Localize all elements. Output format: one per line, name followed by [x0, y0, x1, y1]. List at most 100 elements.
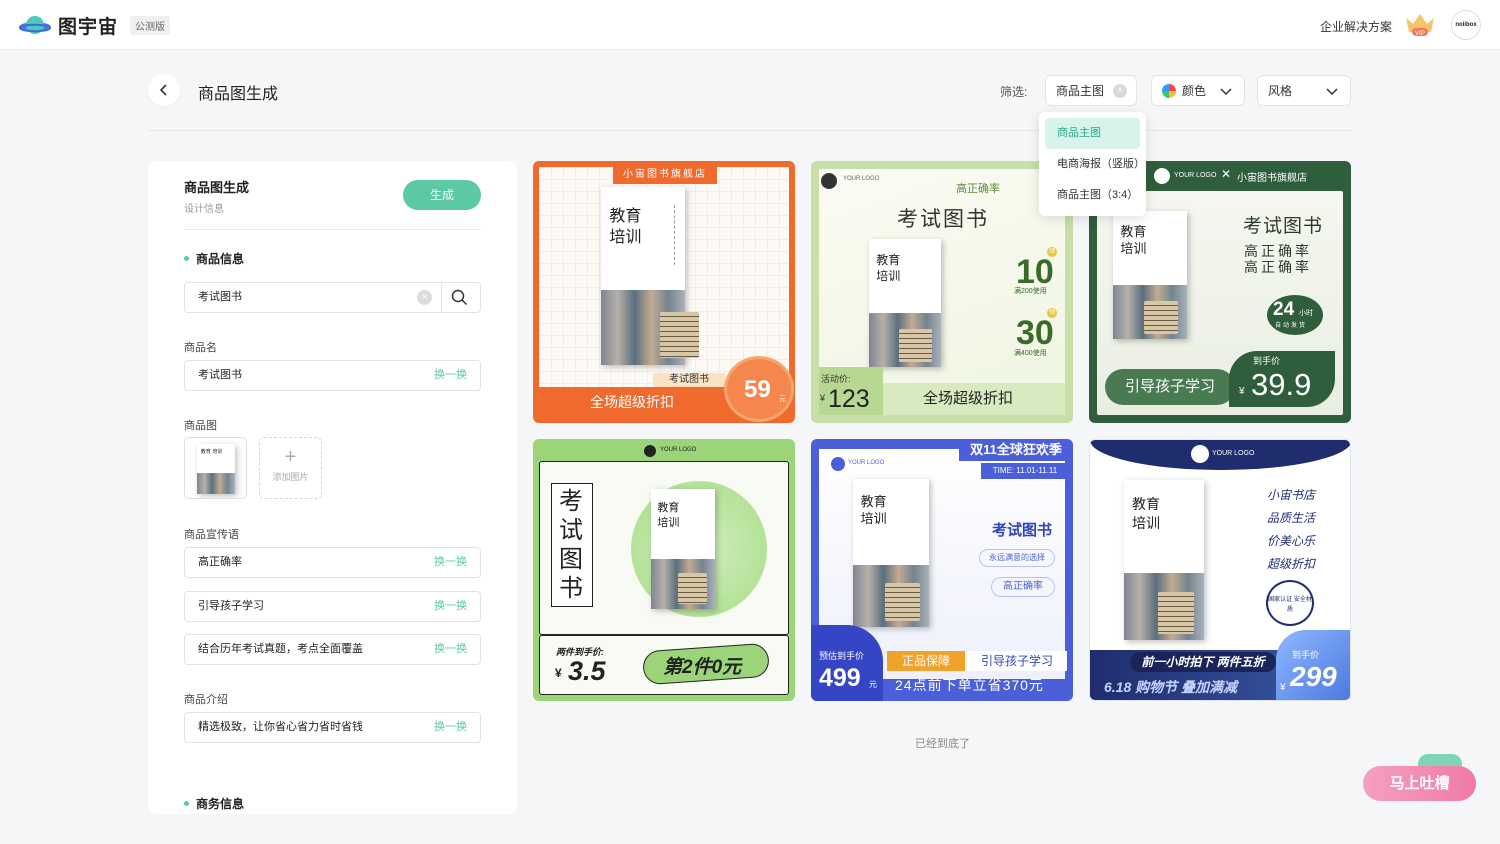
logo-text: YOUR LOGO [1212, 450, 1255, 457]
intro-value: 精选极致，让你省心省力省时省钱 [198, 721, 363, 733]
book-title-line: 教育 [876, 252, 901, 267]
dropdown-option[interactable]: 电商海报（竖版） [1045, 149, 1145, 180]
clear-icon[interactable]: × [1113, 84, 1127, 98]
dropdown-option[interactable]: 商品主图 [1045, 118, 1140, 149]
slogan-field[interactable]: 高正确率 换一换 [184, 547, 481, 578]
end-of-list-note: 已经到底了 [915, 738, 970, 750]
price-label: 到手价 [1292, 650, 1320, 660]
feedback-button[interactable]: 马上吐槽 [1363, 766, 1476, 801]
toolbar-divider [148, 130, 1352, 131]
event-banner: 双11全球狂欢季 [959, 439, 1073, 461]
book-title: 教育 培训 [1120, 224, 1146, 259]
book-title-line: 培训 [1120, 242, 1147, 258]
close-icon: ✕ [1221, 167, 1232, 181]
logo-text: YOUR LOGO [848, 460, 885, 466]
filter-style-label: 风格 [1268, 84, 1293, 98]
book-title-line: 培训 [1132, 515, 1160, 532]
book-pile [899, 328, 933, 362]
swap-button[interactable]: 换一换 [434, 713, 467, 742]
page-title: 商品图生成 [198, 86, 279, 103]
logo-text: YOUR LOGO [660, 447, 697, 453]
price-value: 299 [1290, 661, 1337, 692]
vertical-title: 考试图书 [559, 487, 583, 602]
product-name-value: 考试图书 [198, 369, 242, 381]
promo-pill: 前一小时拍下 两件五折 [1130, 652, 1276, 672]
swap-button[interactable]: 换一换 [434, 361, 467, 390]
slogan-label: 商品宣传语 [184, 529, 239, 541]
book-title-line: 培训 [876, 268, 901, 283]
swap-button[interactable]: 换一换 [434, 592, 467, 621]
headline: 考试图书 [1243, 215, 1324, 237]
slogan-field[interactable]: 引导孩子学习 换一换 [184, 591, 481, 622]
price-value: 39.9 [1251, 367, 1312, 402]
book-title-line: 培训 [860, 512, 887, 528]
dropdown-option[interactable]: 商品主图（3:4） [1045, 180, 1140, 211]
logo-text: YOUR LOGO [1174, 172, 1217, 179]
avatar[interactable]: nolibox [1451, 10, 1481, 40]
search-separator [441, 283, 442, 312]
result-card[interactable]: 小宙图书旗舰店 教育 培训 考试图书 全场超级折扣 59 元 [533, 161, 795, 423]
side-line: 超级折扣 [1267, 557, 1316, 571]
book-cover-image: 教育 培训 [853, 479, 929, 627]
add-image-button[interactable]: + 添加图片 [259, 437, 322, 499]
book-title: 教育 培训 [876, 252, 900, 284]
filter-style-select[interactable]: 风格 [1257, 75, 1351, 106]
product-section-heading: 商品信息 [184, 250, 244, 267]
intro-field[interactable]: 精选极致，让你省心省力省时省钱 换一换 [184, 712, 481, 743]
book-title-line: 教育 [657, 501, 680, 514]
settings-panel: 商品图生成 设计信息 生成 商品信息 考试图书 × 商品名 考试图书 换一换 商… [148, 161, 517, 814]
vip-crown-icon[interactable]: VIP [1404, 12, 1436, 38]
book-pile [660, 311, 699, 358]
filter-type-select[interactable]: 商品主图 × [1045, 75, 1137, 106]
feature-pill: 永远满意的选择 [979, 549, 1055, 567]
back-button[interactable] [148, 74, 180, 106]
shop-name: 小宙图书旗舰店 [1237, 173, 1307, 184]
filter-label: 筛选: [1000, 85, 1028, 99]
coupon-note: 满200使用 [1014, 288, 1047, 295]
brand-name: 图宇宙 [58, 17, 119, 38]
currency: ¥ [555, 666, 562, 680]
price-value: 3.5 [568, 656, 606, 686]
plus-icon: + [284, 446, 297, 468]
price-value: 499 [819, 664, 861, 692]
book-title-line: 培训 [657, 515, 680, 529]
add-image-label: 添加图片 [272, 472, 309, 482]
product-image-thumbnail[interactable]: 教育 培训 [184, 437, 247, 499]
result-card[interactable]: YOUR LOGO 高正确率 考试图书 教育 培训 10 领 满200使用 30 … [811, 161, 1073, 423]
generate-button[interactable]: 生成 [403, 180, 481, 210]
result-card[interactable]: 双11全球狂欢季 TIME: 11.01-11.11 YOUR LOGO 教育培… [811, 439, 1073, 701]
coupon-tag: 领 [1047, 247, 1057, 257]
filter-color-select[interactable]: 颜色 [1151, 75, 1245, 106]
event-time: TIME: 11.01-11.11 [981, 463, 1069, 479]
clear-icon[interactable]: × [417, 290, 432, 305]
coupon-tag: 领 [1047, 308, 1057, 318]
product-tag: 考试图书 [653, 373, 725, 387]
book-pile [677, 573, 708, 605]
festival-text: 6.18 购物节 叠加满减 [1104, 679, 1238, 695]
swap-button[interactable]: 换一换 [434, 635, 467, 664]
currency: ¥ [1280, 682, 1286, 693]
enterprise-link[interactable]: 企业解决方案 [1320, 18, 1392, 35]
logo-text: YOUR LOGO [843, 176, 880, 182]
book-cover-image: 教育 培训 [197, 444, 235, 494]
chevron-left-icon [159, 84, 167, 96]
filter-type-value: 商品主图 [1056, 84, 1105, 98]
book-title-line: 教育 [1120, 224, 1147, 240]
filter-color-label: 颜色 [1182, 84, 1207, 98]
business-section-heading: 商务信息 [184, 795, 244, 812]
product-name-field[interactable]: 考试图书 换一换 [184, 360, 481, 391]
tagline: 高正确率 [956, 183, 1000, 195]
intro-label: 商品介绍 [184, 694, 228, 706]
result-card[interactable]: YOUR LOGO 教育 培训 小宙书店 品质生活 价美心乐 超级折扣 国家认证 … [1089, 439, 1351, 701]
side-line: 小宙书店 [1267, 488, 1316, 502]
shipping-hours-unit: 小时 [1299, 310, 1313, 317]
result-card[interactable]: YOUR LOGO 考试图书 教育 培训 两件到手价: ¥ 3.5 第2件0元 [533, 439, 795, 701]
book-title-line: 教育 [860, 494, 887, 510]
search-icon[interactable] [451, 289, 468, 306]
product-search-input[interactable]: 考试图书 × [184, 282, 481, 313]
swap-button[interactable]: 换一换 [434, 548, 467, 577]
brand-logo[interactable]: 图宇宙 公测版 [18, 12, 171, 39]
book-cover-image: 教育 培训 [1113, 211, 1187, 339]
slogan-field[interactable]: 结合历年考试真题，考点全面覆盖 换一换 [184, 634, 481, 665]
thumb-book-title: 教育 培训 [200, 449, 223, 455]
